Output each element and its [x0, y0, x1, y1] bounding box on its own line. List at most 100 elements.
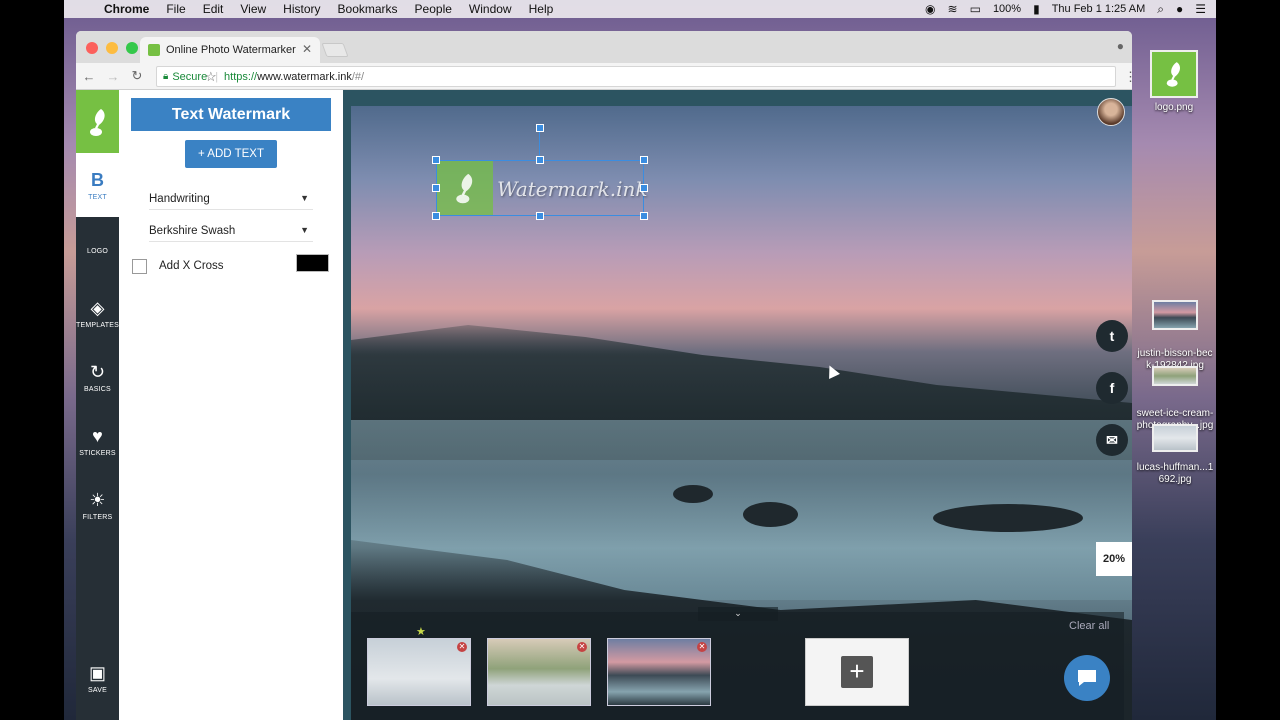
menu-window[interactable]: Window: [469, 2, 512, 16]
thumbnail-1[interactable]: ★ ✕: [367, 626, 471, 706]
watermark-selection[interactable]: Watermark.ink: [436, 160, 648, 216]
resize-handle[interactable]: [432, 212, 440, 220]
star-icon: ★: [416, 626, 426, 638]
add-x-cross-checkbox[interactable]: [132, 258, 147, 274]
clock[interactable]: Thu Feb 1 1:25 AM: [1052, 3, 1146, 15]
sidebar-item-stickers[interactable]: ♥ STICKERS: [76, 409, 119, 473]
battery-icon[interactable]: ▮: [1033, 2, 1040, 16]
bold-text-icon: B: [91, 169, 104, 190]
app-page: B TEXT LOGO ◈ TEMPLATES ↻ BASICS ♥ STICK…: [76, 90, 1132, 720]
browser-tab[interactable]: Online Photo Watermarker ✕: [140, 37, 320, 63]
thumbnail-3-active[interactable]: ✕: [607, 638, 711, 706]
resize-handle[interactable]: [640, 156, 648, 164]
record-icon[interactable]: ◉: [925, 2, 935, 16]
menu-help[interactable]: Help: [529, 2, 554, 16]
wifi-icon[interactable]: ≋: [948, 2, 958, 16]
desktop-file-logo[interactable]: logo.png: [1148, 50, 1200, 113]
address-bar[interactable]: 🔒︎ Secure | https:// www.watermark.ink /…: [156, 66, 1132, 87]
resize-handle[interactable]: [432, 156, 440, 164]
heart-icon: ♥: [92, 425, 103, 446]
font-category-select[interactable]: Handwriting ▼: [149, 188, 313, 210]
chrome-menu-icon[interactable]: ⋮: [1124, 69, 1132, 85]
favicon-icon: [148, 44, 160, 56]
font-family-value: Berkshire Swash: [149, 224, 236, 237]
sidebar-item-templates[interactable]: ◈ TEMPLATES: [76, 281, 119, 345]
reload-icon[interactable]: ↻: [126, 68, 148, 84]
save-button[interactable]: ▣ SAVE: [76, 646, 119, 710]
chevron-down-icon: ▼: [300, 193, 309, 203]
zoom-window-button[interactable]: [126, 42, 138, 54]
zoom-level[interactable]: 20%: [1096, 542, 1132, 576]
minimize-window-button[interactable]: [106, 42, 118, 54]
tray-collapse-toggle[interactable]: ⌄: [698, 607, 778, 621]
resize-handle[interactable]: [640, 212, 648, 220]
add-x-cross-label: Add X Cross: [159, 260, 224, 272]
user-avatar[interactable]: [1097, 98, 1125, 126]
tab-title: Online Photo Watermarker: [166, 44, 296, 56]
facebook-share-button[interactable]: f: [1096, 372, 1128, 404]
add-image-button[interactable]: +: [805, 638, 909, 706]
menu-history[interactable]: History: [283, 2, 320, 16]
menu-edit[interactable]: Edit: [203, 2, 224, 16]
bookmark-star-icon[interactable]: ☆: [205, 69, 1085, 85]
twitter-icon: t: [1109, 328, 1115, 344]
chevron-down-icon: ▼: [300, 225, 309, 235]
font-family-select[interactable]: Berkshire Swash ▼: [149, 220, 313, 242]
forward-icon[interactable]: →: [102, 69, 124, 84]
thumbnail-2[interactable]: ✕: [487, 638, 591, 706]
new-tab-button[interactable]: [321, 43, 349, 57]
close-tab-icon[interactable]: ✕: [302, 42, 312, 56]
save-label: SAVE: [88, 686, 107, 694]
facebook-icon: f: [1109, 380, 1115, 396]
menu-people[interactable]: People: [415, 2, 452, 16]
sidebar-item-logo[interactable]: LOGO: [76, 217, 119, 281]
back-icon[interactable]: ←: [78, 69, 100, 84]
file-label: logo.png: [1154, 102, 1194, 113]
rotate-handle[interactable]: [536, 124, 544, 132]
spotlight-search-icon[interactable]: ⌕: [1157, 2, 1164, 17]
remove-thumbnail-icon[interactable]: ✕: [457, 642, 467, 652]
siri-icon[interactable]: ●: [1176, 2, 1183, 16]
remove-thumbnail-icon[interactable]: ✕: [577, 642, 587, 652]
sidebar-item-basics[interactable]: ↻ BASICS: [76, 345, 119, 409]
email-share-button[interactable]: ✉: [1096, 424, 1128, 456]
menu-view[interactable]: View: [240, 2, 266, 16]
close-window-button[interactable]: [86, 42, 98, 54]
menu-app-name[interactable]: Chrome: [104, 2, 149, 16]
chat-bubble-icon: [1078, 670, 1096, 686]
profile-icon[interactable]: ●: [1117, 39, 1124, 53]
twitter-share-button[interactable]: t: [1096, 320, 1128, 352]
menu-bookmarks[interactable]: Bookmarks: [338, 2, 398, 16]
watermark-text: Watermark.ink: [497, 177, 648, 201]
resize-handle[interactable]: [432, 184, 440, 192]
clear-all-button[interactable]: Clear all: [1069, 620, 1109, 632]
remove-thumbnail-icon[interactable]: ✕: [697, 642, 707, 652]
chat-button[interactable]: [1064, 655, 1110, 701]
tab-strip: Online Photo Watermarker ✕ ●: [76, 31, 1132, 63]
resize-handle[interactable]: [536, 156, 544, 164]
sidebar-item-label: TEMPLATES: [76, 321, 119, 329]
desktop-file-justin[interactable]: justin-bisson-beck-192842.jpg: [1136, 300, 1214, 372]
save-disk-icon: ▣: [88, 662, 106, 683]
desktop-file-sweet-ice-cream[interactable]: sweet-ice-cream-photography...jpg: [1136, 366, 1214, 432]
cross-color-swatch[interactable]: [296, 254, 329, 272]
tool-sidebar: B TEXT LOGO ◈ TEMPLATES ↻ BASICS ♥ STICK…: [76, 90, 119, 720]
sidebar-item-label: BASICS: [84, 385, 111, 393]
font-category-value: Handwriting: [149, 192, 210, 205]
app-logo[interactable]: [76, 90, 119, 153]
resize-handle[interactable]: [536, 212, 544, 220]
notification-center-icon[interactable]: ☰: [1195, 2, 1206, 16]
add-text-button[interactable]: + ADD TEXT: [185, 140, 277, 168]
airplay-icon[interactable]: ▭: [970, 2, 981, 16]
resize-handle[interactable]: [640, 184, 648, 192]
sidebar-item-text[interactable]: B TEXT: [76, 153, 119, 217]
layers-icon: ◈: [90, 297, 105, 318]
text-watermark-panel: Text Watermark + ADD TEXT Handwriting ▼ …: [119, 90, 343, 720]
menu-file[interactable]: File: [166, 2, 185, 16]
desktop-file-lucas[interactable]: lucas-huffman...1692.jpg: [1136, 424, 1214, 486]
brightness-icon: ☀: [89, 489, 106, 510]
watermark-logo: [437, 161, 493, 215]
file-thumbnail: [1152, 424, 1198, 452]
window-controls: [86, 42, 138, 54]
sidebar-item-filters[interactable]: ☀ FILTERS: [76, 473, 119, 537]
